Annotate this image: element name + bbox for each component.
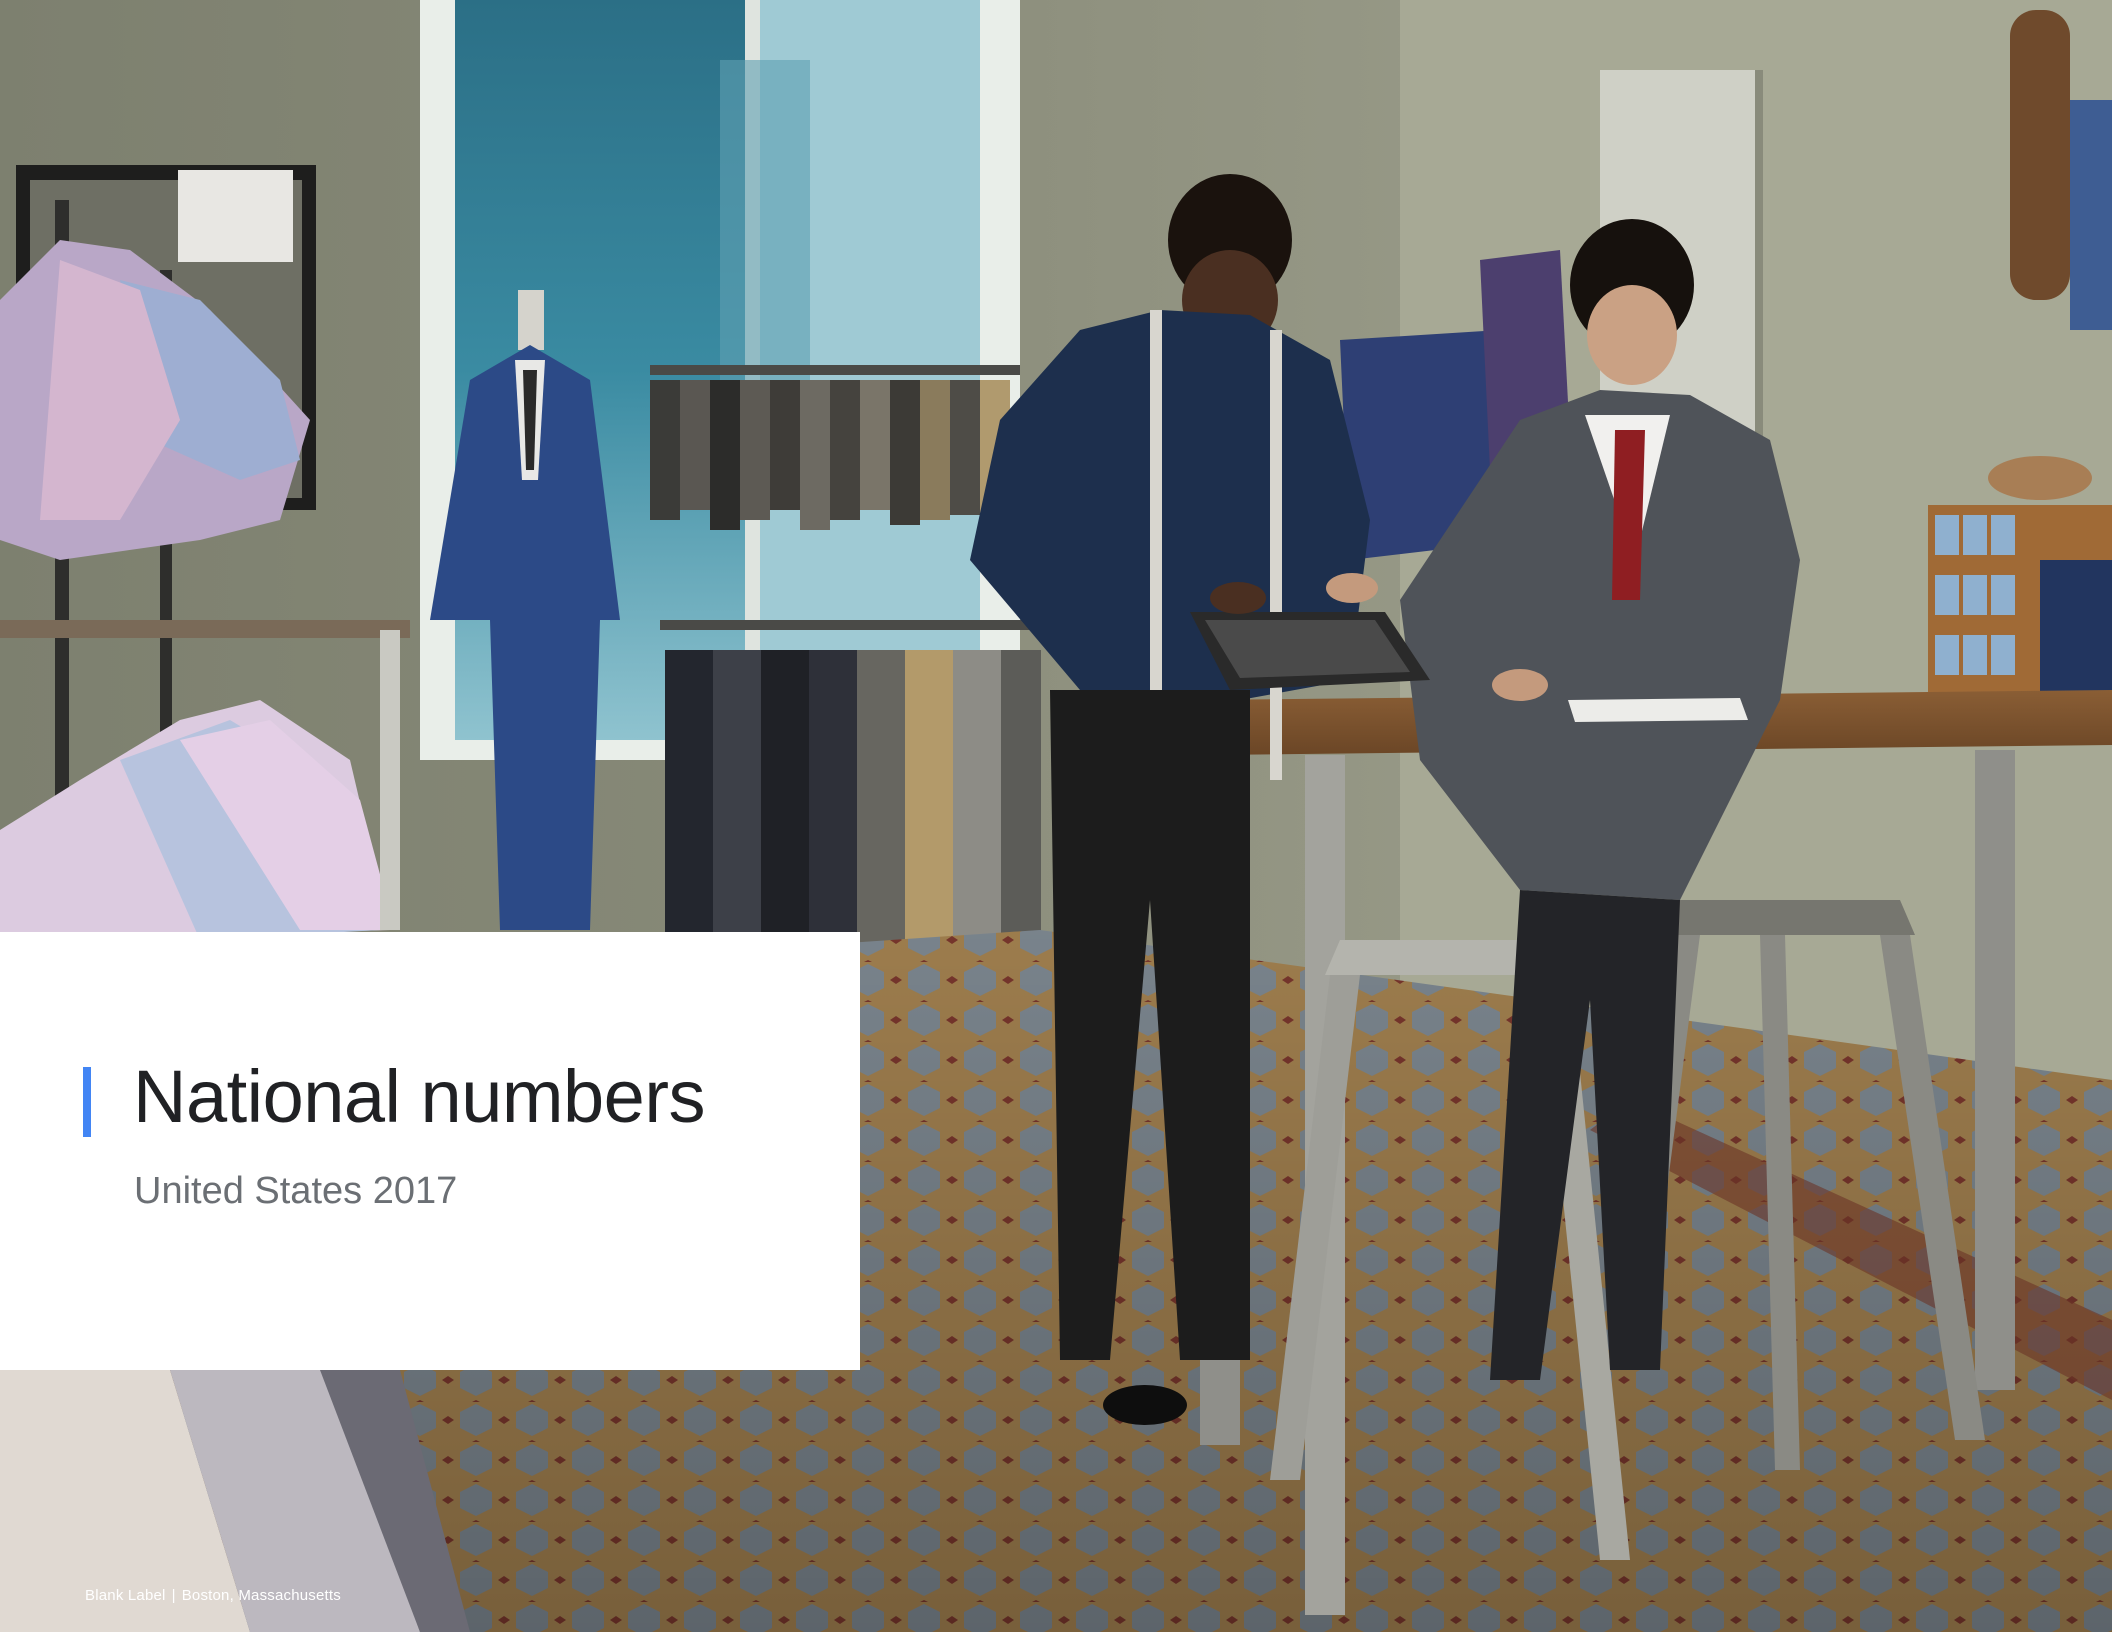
slide-subtitle: United States 2017 [134, 1170, 458, 1212]
title-card [0, 932, 860, 1370]
title-accent-bar [83, 1067, 91, 1137]
caption-business-name: Blank Label [85, 1587, 166, 1604]
caption-location: Boston, Massachusetts [181, 1587, 341, 1604]
caption-separator: | [171, 1587, 176, 1604]
slide: National numbers United States 2017 Blan… [0, 0, 2112, 1632]
slide-title: National numbers [133, 1055, 705, 1138]
photo-caption: Blank Label | Boston, Massachusetts [85, 1587, 341, 1604]
background-photo [0, 0, 2112, 1632]
